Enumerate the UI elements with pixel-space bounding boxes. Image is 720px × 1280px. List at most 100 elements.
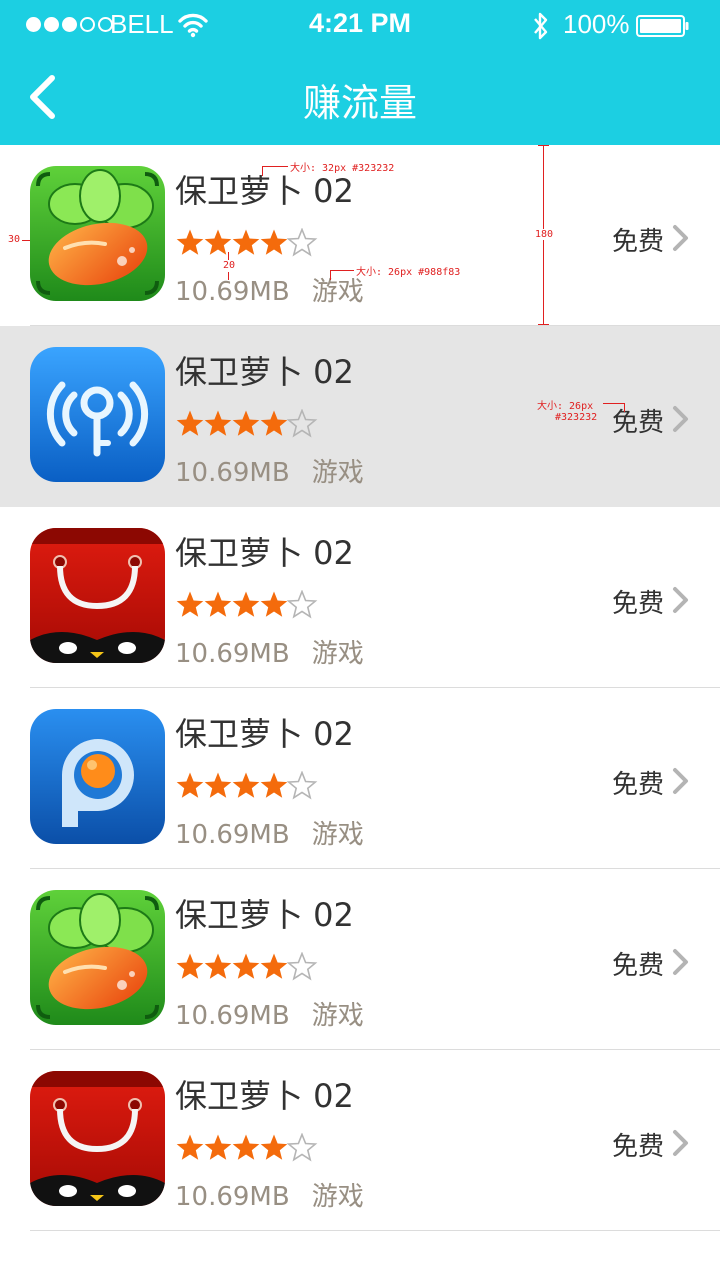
app-size: 10.69MB	[175, 277, 290, 307]
star-empty-icon	[286, 227, 318, 257]
annotation-star-gap: 20	[223, 260, 236, 271]
chevron-right-icon[interactable]	[670, 1128, 692, 1158]
star-filled-icon	[204, 229, 232, 255]
annotation-price-spec-color: #323232	[555, 412, 598, 423]
annotation-line	[330, 270, 331, 280]
app-row[interactable]: 保卫萝卜 02 10.69MB 游戏 免费	[0, 1050, 720, 1231]
star-empty-icon	[286, 408, 318, 438]
shopping-bag-icon[interactable]	[30, 1071, 165, 1206]
app-list: 保卫萝卜 02 10.69MB 游戏 免费 保卫萝卜 02 10.69MB 游戏 免…	[0, 145, 720, 1231]
annotation-line	[538, 145, 549, 146]
star-empty-icon	[286, 951, 318, 981]
annotation-line	[22, 240, 30, 241]
app-name: 保卫萝卜 02	[175, 353, 354, 391]
top-bar: BELL 4:21 PM 100% 赚流量	[0, 0, 720, 145]
chevron-right-icon[interactable]	[670, 766, 692, 796]
star-filled-icon	[204, 772, 232, 798]
app-meta: 10.69MB 游戏	[175, 271, 364, 308]
app-size: 10.69MB	[175, 1182, 290, 1212]
pptv-player-icon[interactable]	[30, 709, 165, 844]
app-category: 游戏	[311, 1182, 364, 1212]
annotation-line	[262, 166, 263, 176]
star-filled-icon	[176, 953, 204, 979]
annotation-line	[330, 270, 354, 271]
star-filled-icon	[176, 772, 204, 798]
star-filled-icon	[232, 1134, 260, 1160]
shopping-bag-icon[interactable]	[30, 528, 165, 663]
rating-stars	[175, 770, 319, 801]
star-filled-icon	[260, 591, 288, 617]
row-divider	[30, 1230, 720, 1231]
star-filled-icon	[176, 1134, 204, 1160]
rating-stars	[175, 589, 319, 620]
app-category: 游戏	[311, 820, 364, 850]
wifi-key-icon[interactable]	[30, 347, 165, 482]
chevron-right-icon[interactable]	[670, 404, 692, 434]
star-filled-icon	[232, 772, 260, 798]
app-row[interactable]: 保卫萝卜 02 10.69MB 游戏 免费	[0, 326, 720, 507]
star-filled-icon	[176, 410, 204, 436]
app-size: 10.69MB	[175, 820, 290, 850]
carrot-game-icon[interactable]	[30, 166, 165, 301]
page-title: 赚流量	[302, 81, 417, 125]
app-meta: 10.69MB 游戏	[175, 452, 364, 489]
annotation-row-height: 180	[535, 229, 554, 240]
app-size: 10.69MB	[175, 458, 290, 488]
star-filled-icon	[260, 953, 288, 979]
star-filled-icon	[232, 591, 260, 617]
app-meta: 10.69MB 游戏	[175, 995, 364, 1032]
star-filled-icon	[176, 591, 204, 617]
chevron-right-icon[interactable]	[670, 947, 692, 977]
price-label[interactable]: 免费	[612, 402, 664, 439]
star-filled-icon	[260, 410, 288, 436]
app-size: 10.69MB	[175, 1001, 290, 1031]
star-filled-icon	[260, 772, 288, 798]
annotation-line	[538, 324, 549, 325]
price-label[interactable]: 免费	[612, 764, 664, 801]
app-meta: 10.69MB 游戏	[175, 633, 364, 670]
app-category: 游戏	[311, 639, 364, 669]
app-row[interactable]: 保卫萝卜 02 10.69MB 游戏 免费	[0, 688, 720, 869]
star-empty-icon	[286, 589, 318, 619]
app-row[interactable]: 保卫萝卜 02 10.69MB 游戏 免费	[0, 507, 720, 688]
annotation-price-spec-size: 大小: 26px	[537, 401, 594, 412]
annotation-left-margin: 30	[8, 234, 21, 245]
chevron-right-icon[interactable]	[670, 585, 692, 615]
nav-bar: 赚流量	[0, 52, 720, 145]
star-filled-icon	[260, 1134, 288, 1160]
chevron-right-icon[interactable]	[670, 223, 692, 253]
rating-stars	[175, 951, 319, 982]
price-label[interactable]: 免费	[612, 1126, 664, 1163]
price-label[interactable]: 免费	[612, 945, 664, 982]
bluetooth-icon	[534, 12, 548, 40]
app-meta: 10.69MB 游戏	[175, 814, 364, 851]
app-name: 保卫萝卜 02	[175, 715, 354, 753]
star-filled-icon	[176, 229, 204, 255]
star-filled-icon	[232, 953, 260, 979]
app-category: 游戏	[311, 277, 364, 307]
carrot-game-icon[interactable]	[30, 890, 165, 1025]
star-filled-icon	[232, 229, 260, 255]
app-category: 游戏	[311, 1001, 364, 1031]
star-filled-icon	[204, 410, 232, 436]
battery-percent: 100%	[563, 9, 630, 39]
price-label[interactable]: 免费	[612, 583, 664, 620]
annotation-name-spec: 大小: 32px #323232	[290, 163, 395, 174]
price-label[interactable]: 免费	[612, 221, 664, 258]
star-filled-icon	[204, 1134, 232, 1160]
star-filled-icon	[204, 591, 232, 617]
annotation-line	[228, 272, 229, 280]
rating-stars	[175, 1132, 319, 1163]
app-category: 游戏	[311, 458, 364, 488]
star-filled-icon	[232, 410, 260, 436]
app-name: 保卫萝卜 02	[175, 896, 354, 934]
annotation-line	[228, 252, 229, 260]
annotation-meta-spec: 大小: 26px #988f83	[356, 267, 461, 278]
annotation-line	[624, 403, 625, 412]
app-name: 保卫萝卜 02	[175, 1077, 354, 1115]
app-row[interactable]: 保卫萝卜 02 10.69MB 游戏 免费	[0, 869, 720, 1050]
annotation-line	[603, 403, 625, 404]
app-meta: 10.69MB 游戏	[175, 1176, 364, 1213]
rating-stars	[175, 408, 319, 439]
app-name: 保卫萝卜 02	[175, 534, 354, 572]
